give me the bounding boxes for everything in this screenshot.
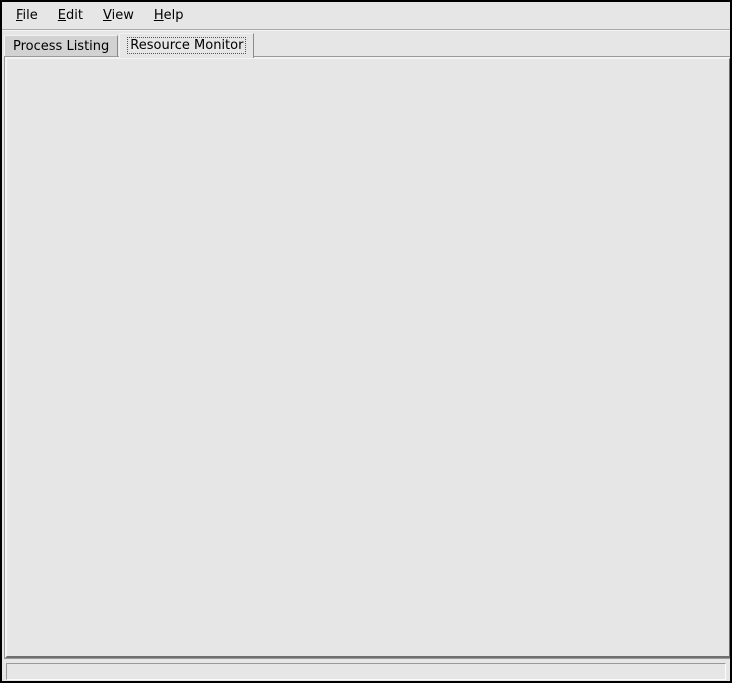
system-monitor-window: File Edit View Help Process Listing Reso… <box>0 0 732 683</box>
tab-strip: Process Listing Resource Monitor <box>4 33 730 58</box>
tab-process-listing[interactable]: Process Listing <box>4 35 118 58</box>
menu-help[interactable]: Help <box>144 4 194 27</box>
status-bar <box>6 663 726 680</box>
menu-file[interactable]: File <box>6 4 48 27</box>
menu-edit[interactable]: Edit <box>48 4 93 27</box>
tab-process-listing-label: Process Listing <box>13 39 109 54</box>
tab-resource-monitor[interactable]: Resource Monitor <box>119 33 254 58</box>
menu-bar: File Edit View Help <box>2 2 730 30</box>
tab-resource-monitor-label: Resource Monitor <box>128 38 245 53</box>
resource-monitor-page <box>5 57 731 658</box>
menu-view[interactable]: View <box>93 4 144 27</box>
